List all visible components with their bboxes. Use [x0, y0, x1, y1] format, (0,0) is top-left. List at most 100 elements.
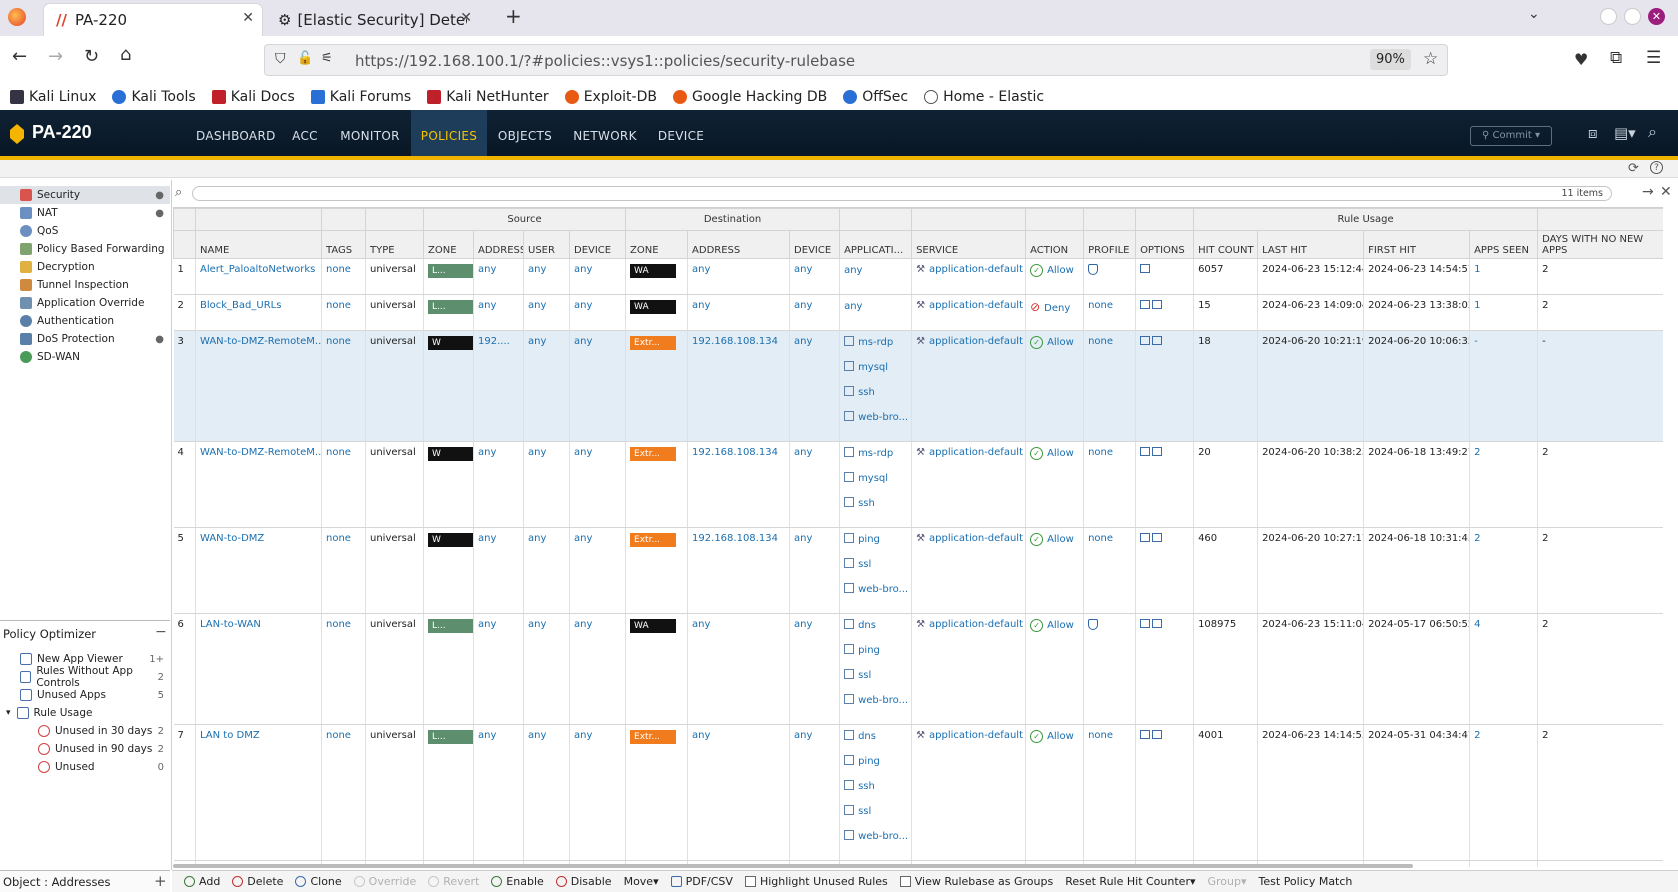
col-options-header[interactable]: OPTIONS [1135, 230, 1195, 259]
security-profile-icon[interactable] [1088, 264, 1099, 275]
rule-name[interactable]: Block_Bad_URLs [195, 294, 322, 331]
applications[interactable]: dns ping ssh ssl web-bro... [839, 724, 913, 861]
service[interactable]: application-default [911, 258, 1027, 295]
destination-device[interactable]: any [789, 330, 841, 442]
service[interactable]: application-default [911, 441, 1027, 528]
col-destination-zone-header[interactable]: ZONE [625, 230, 689, 259]
rule-tags[interactable]: none [321, 294, 366, 331]
last-hit[interactable]: 2024-06-20 10:27:17 [1257, 527, 1365, 614]
application-item[interactable]: ping [844, 533, 907, 558]
destination-address[interactable]: any [687, 294, 791, 331]
destination-address[interactable]: any [687, 724, 791, 861]
commit-button[interactable]: ⚲ Commit ▾ [1470, 126, 1552, 146]
tab-elastic[interactable]: ⚙ [Elastic Security] Detectio ✕ [270, 4, 480, 36]
destination-zone[interactable]: WA [625, 294, 689, 331]
profile[interactable] [1083, 613, 1137, 725]
hit-count[interactable]: 6057 [1193, 258, 1259, 295]
source-zone[interactable]: W [423, 330, 474, 442]
rule-type[interactable]: universal [365, 330, 424, 442]
rule-name[interactable]: LAN-to-WAN [195, 613, 322, 725]
sidebar-item-pbf[interactable]: Policy Based Forwarding [0, 240, 170, 258]
destination-device[interactable]: any [789, 613, 841, 725]
row-number[interactable]: 4 [173, 441, 196, 528]
close-tab-icon[interactable]: ✕ [460, 10, 472, 26]
source-address[interactable]: any [473, 613, 524, 725]
optimizer-rules-without-app-controls[interactable]: Rules Without App Controls 2 [0, 665, 170, 689]
service[interactable]: application-default [911, 613, 1027, 725]
action-value[interactable]: Allow [1030, 731, 1074, 742]
service-value[interactable]: application-default [916, 619, 1023, 630]
zone-badge[interactable]: L... [428, 264, 473, 278]
application-item[interactable]: mysql [844, 361, 907, 386]
application-item[interactable]: ssh [844, 386, 907, 411]
first-hit[interactable]: 2024-05-17 06:50:52 [1363, 613, 1471, 725]
col-source-address-header[interactable]: ADDRESS [473, 230, 524, 259]
log-option-icon[interactable] [1140, 264, 1151, 273]
url-bar[interactable]: ⛉ 🔓 ⚟ https://192.168.100.1/?#policies::… [264, 44, 1448, 76]
col-source-device-header[interactable]: DEVICE [568, 230, 627, 259]
row-number[interactable]: 2 [173, 294, 196, 331]
log-option-icon[interactable] [1140, 619, 1151, 628]
options[interactable] [1135, 527, 1195, 614]
sidebar-item-qos[interactable]: QoS [0, 222, 170, 240]
col-days-no-new-apps-header[interactable]: DAYS WITH NO NEW APPS [1537, 230, 1663, 259]
row-number[interactable]: 7 [173, 724, 196, 861]
col-tags-header[interactable]: TAGS [321, 230, 366, 259]
days-no-new-apps[interactable]: - [1537, 330, 1663, 442]
row-number[interactable]: 3 [173, 330, 196, 442]
first-hit[interactable]: 2024-06-18 13:49:27 [1363, 441, 1471, 528]
reset-hit-counter-button[interactable]: Reset Rule Hit Counter ▾ [1065, 875, 1195, 888]
rule-name[interactable]: WAN-to-DMZ [195, 527, 322, 614]
bookmark-kali-tools[interactable]: Kali Tools [112, 89, 196, 105]
application-item[interactable]: web-bro... [844, 411, 908, 436]
expand-plus-icon[interactable]: + [154, 872, 167, 890]
row-number[interactable]: 6 [173, 613, 196, 725]
action-value[interactable]: Allow [1030, 448, 1074, 459]
enable-button[interactable]: Enable [491, 875, 544, 888]
rule-tags[interactable]: none [321, 527, 366, 614]
destination-zone[interactable]: Extr... [625, 724, 689, 861]
delete-button[interactable]: Delete [232, 875, 283, 888]
col-service-header[interactable]: SERVICE [911, 230, 1027, 259]
horizontal-scrollbar[interactable] [173, 864, 1413, 868]
nav-network[interactable]: NETWORK [572, 110, 638, 156]
days-no-new-apps[interactable]: 2 [1537, 258, 1663, 295]
nav-objects[interactable]: OBJECTS [497, 110, 553, 156]
first-hit[interactable]: 2024-05-31 04:34:47 [1363, 724, 1471, 861]
filter-input[interactable]: 11 items [192, 186, 1612, 201]
service-value[interactable]: application-default [916, 533, 1023, 544]
profile[interactable]: none [1083, 527, 1137, 614]
revert-button[interactable]: Revert [428, 875, 479, 888]
col-action-header[interactable]: ACTION [1025, 230, 1085, 259]
tab-list-icon[interactable]: ⌄ [1528, 6, 1540, 22]
destination-zone[interactable]: WA [625, 613, 689, 725]
applications[interactable]: ping ssl web-bro... [839, 527, 913, 614]
application-item[interactable]: ssl [844, 805, 907, 830]
nav-acc[interactable]: ACC [288, 110, 322, 156]
profile[interactable]: none [1083, 724, 1137, 861]
col-user-header[interactable]: USER [523, 230, 570, 259]
rule-name[interactable]: WAN-to-DMZ-RemoteM... [195, 330, 322, 442]
destination-device[interactable]: any [789, 258, 841, 295]
action-value[interactable]: Deny [1030, 303, 1070, 314]
schedule-option-icon[interactable] [1152, 336, 1163, 345]
optimizer-unused[interactable]: Unused 0 [0, 758, 170, 776]
application-item[interactable]: dns [844, 619, 907, 644]
move-button[interactable]: Move ▾ [624, 875, 659, 888]
action[interactable]: Allow [1025, 613, 1085, 725]
destination-address[interactable]: 192.168.108.134 [687, 330, 791, 442]
application-item[interactable]: ssl [844, 558, 907, 583]
apps-seen[interactable]: 1 [1469, 294, 1539, 331]
destination-address[interactable]: any [687, 613, 791, 725]
zone-badge[interactable]: L... [428, 619, 473, 633]
source-zone[interactable]: L... [423, 724, 474, 861]
apps-seen[interactable]: 2 [1469, 860, 1539, 867]
table-row[interactable]: 4 WAN-to-DMZ-RemoteM... none universal Wany a… [173, 441, 1663, 528]
application-item[interactable]: ssh [844, 780, 907, 805]
service[interactable]: application-default [911, 330, 1027, 442]
application-item[interactable]: ping [844, 644, 907, 669]
bookmark-kali-docs[interactable]: Kali Docs [211, 89, 295, 105]
rule-name[interactable]: WAN-to-DMZ-RemoteM... [195, 441, 322, 528]
days-no-new-apps[interactable]: 2 [1537, 294, 1663, 331]
applications[interactable]: any [839, 294, 913, 331]
